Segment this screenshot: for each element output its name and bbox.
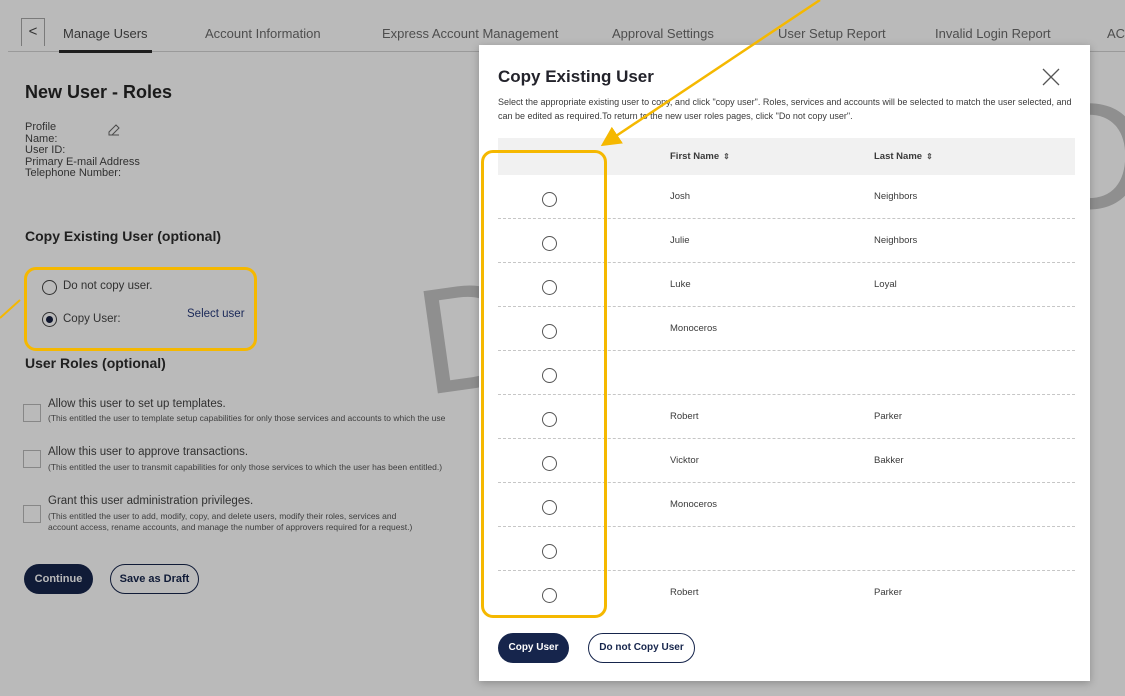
modal-title: Copy Existing User <box>498 67 654 86</box>
highlight-box-copy-options <box>24 267 257 351</box>
copy-user-button[interactable]: Copy User <box>498 633 569 663</box>
sort-icon: ⇕ <box>723 152 730 161</box>
first-name-header-label: First Name <box>670 151 720 162</box>
close-icon[interactable] <box>1041 67 1061 87</box>
modal-description: Select the appropriate existing user to … <box>498 97 1072 121</box>
last-name-header[interactable]: Last Name ⇕ <box>874 151 933 162</box>
last-name-cell: Neighbors <box>874 235 918 246</box>
first-name-cell: Vicktor <box>670 455 699 466</box>
last-name-cell: Parker <box>874 587 902 598</box>
first-name-cell: Josh <box>670 191 691 202</box>
first-name-cell: Julie <box>670 235 690 246</box>
first-name-header[interactable]: First Name ⇕ <box>670 151 730 162</box>
first-name-cell: Monoceros <box>670 323 717 334</box>
highlight-box-radio-column <box>481 150 607 618</box>
last-name-cell: Bakker <box>874 455 904 466</box>
first-name-cell: Robert <box>670 587 699 598</box>
last-name-cell: Neighbors <box>874 191 918 202</box>
first-name-cell: Monoceros <box>670 499 717 510</box>
sort-icon: ⇕ <box>926 152 933 161</box>
first-name-cell: Luke <box>670 279 691 290</box>
do-not-copy-user-button[interactable]: Do not Copy User <box>588 633 695 663</box>
last-name-header-label: Last Name <box>874 151 923 162</box>
first-name-cell: Robert <box>670 411 699 422</box>
last-name-cell: Loyal <box>874 279 897 290</box>
last-name-cell: Parker <box>874 411 902 422</box>
